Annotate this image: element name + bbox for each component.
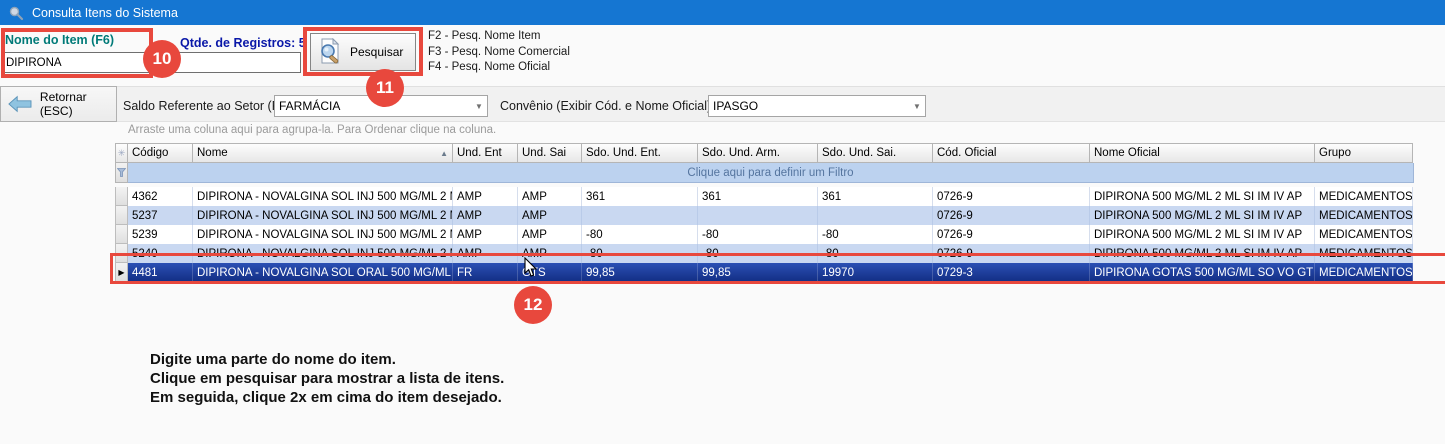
grid-body: 4362 DIPIRONA - NOVALGINA SOL INJ 500 MG… bbox=[115, 187, 1414, 282]
app-window: Consulta Itens do Sistema Nome do Item (… bbox=[0, 0, 1445, 444]
annotation-step-10: 10 bbox=[143, 40, 181, 78]
filter-funnel-icon[interactable] bbox=[115, 163, 128, 183]
column-header-sdo-und-ent[interactable]: Sdo. Und. Ent. bbox=[582, 143, 698, 163]
app-magnifier-icon bbox=[8, 5, 24, 21]
agreement-dropdown[interactable]: IPASGO ▼ bbox=[708, 95, 926, 117]
table-row[interactable]: 5237 DIPIRONA - NOVALGINA SOL INJ 500 MG… bbox=[115, 206, 1414, 225]
back-arrow-icon bbox=[8, 95, 32, 113]
group-by-hint: Arraste uma coluna aqui para agrupa-la. … bbox=[128, 124, 496, 136]
row-indicator bbox=[115, 244, 128, 263]
column-header-sdo-und-sai[interactable]: Sdo. Und. Sai. bbox=[818, 143, 933, 163]
title-bar: Consulta Itens do Sistema bbox=[0, 0, 1445, 25]
column-header-cod-oficial[interactable]: Cód. Oficial bbox=[933, 143, 1090, 163]
search-document-icon bbox=[318, 38, 342, 66]
table-row[interactable]: 5239 DIPIRONA - NOVALGINA SOL INJ 500 MG… bbox=[115, 225, 1414, 244]
column-header-grupo[interactable]: Grupo bbox=[1315, 143, 1413, 163]
items-grid: ✳ Código Nome▲ Und. Ent Und. Sai Sdo. Un… bbox=[115, 143, 1414, 282]
row-indicator bbox=[115, 187, 128, 206]
column-header-sdo-und-arm[interactable]: Sdo. Und. Arm. bbox=[698, 143, 818, 163]
column-header-codigo[interactable]: Código bbox=[128, 143, 193, 163]
chevron-down-icon: ▼ bbox=[909, 102, 925, 111]
return-button-label: Retornar (ESC) bbox=[40, 90, 116, 118]
item-name-label: Nome do Item (F6) bbox=[5, 33, 114, 47]
table-row[interactable]: 5240 DIPIRONA - NOVALGINA SOL INJ 500 MG… bbox=[115, 244, 1414, 263]
search-button-label: Pesquisar bbox=[350, 45, 403, 59]
row-indicator-header: ✳ bbox=[115, 143, 128, 163]
row-indicator bbox=[115, 206, 128, 225]
annotation-step-12: 12 bbox=[514, 286, 552, 324]
selected-row-arrow-icon: ▶ bbox=[115, 263, 128, 282]
chevron-down-icon: ▼ bbox=[471, 102, 487, 111]
filter-row: Clique aqui para definir um Filtro bbox=[115, 163, 1414, 183]
annotation-step-11: 11 bbox=[366, 69, 404, 107]
table-row-selected[interactable]: ▶ 4481 DIPIRONA - NOVALGINA SOL ORAL 500… bbox=[115, 263, 1414, 282]
tutorial-instructions: Digite uma parte do nome do item. Clique… bbox=[150, 350, 504, 407]
agreement-dropdown-value: IPASGO bbox=[713, 99, 909, 113]
sort-ascending-icon: ▲ bbox=[440, 149, 448, 158]
column-header-nome[interactable]: Nome▲ bbox=[193, 143, 453, 163]
agreement-label: Convênio (Exibir Cód. e Nome Oficial) (F… bbox=[500, 99, 738, 113]
row-indicator bbox=[115, 225, 128, 244]
column-header-nome-oficial[interactable]: Nome Oficial bbox=[1090, 143, 1315, 163]
filter-hint-bar[interactable]: Clique aqui para definir um Filtro bbox=[128, 163, 1414, 183]
hotkey-f3: F3 - Pesq. Nome Comercial bbox=[428, 45, 570, 61]
instruction-line-2: Clique em pesquisar para mostrar a lista… bbox=[150, 369, 504, 388]
instruction-line-3: Em seguida, clique 2x em cima do item de… bbox=[150, 388, 504, 407]
sector-label: Saldo Referente ao Setor (F5) bbox=[123, 99, 290, 113]
hotkey-hints: F2 - Pesq. Nome Item F3 - Pesq. Nome Com… bbox=[428, 29, 570, 76]
return-button[interactable]: Retornar (ESC) bbox=[0, 86, 117, 122]
column-header-und-ent[interactable]: Und. Ent bbox=[453, 143, 518, 163]
records-count-label: Qtde. de Registros: 5 bbox=[180, 36, 306, 50]
instruction-line-1: Digite uma parte do nome do item. bbox=[150, 350, 504, 369]
window-title: Consulta Itens do Sistema bbox=[32, 6, 178, 20]
hotkey-f4: F4 - Pesq. Nome Oficial bbox=[428, 60, 570, 76]
hotkey-f2: F2 - Pesq. Nome Item bbox=[428, 29, 570, 45]
grid-header-row: ✳ Código Nome▲ Und. Ent Und. Sai Sdo. Un… bbox=[115, 143, 1414, 163]
column-header-und-sai[interactable]: Und. Sai bbox=[518, 143, 582, 163]
search-button[interactable]: Pesquisar bbox=[310, 33, 416, 71]
table-row[interactable]: 4362 DIPIRONA - NOVALGINA SOL INJ 500 MG… bbox=[115, 187, 1414, 206]
